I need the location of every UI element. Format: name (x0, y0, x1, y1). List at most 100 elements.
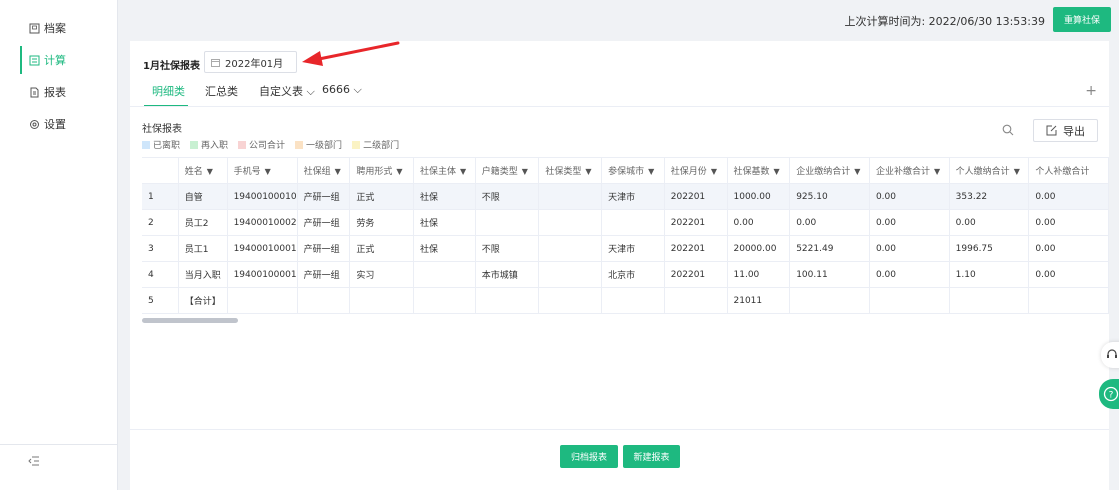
sort-down-icon: ▼ (854, 167, 861, 176)
sidebar-item-archive[interactable]: 档案 (20, 14, 118, 42)
legend-swatch (190, 140, 199, 149)
tab-summary[interactable]: 汇总类 (205, 83, 238, 99)
table-cell: 产研一组 (297, 235, 351, 262)
month-picker[interactable]: 2022年01月 (204, 51, 297, 73)
table-cell: 员工2 (178, 209, 228, 236)
column-header[interactable]: 社保月份 ▼ (664, 157, 728, 184)
table-row[interactable]: 3 员工1 19400010001 产研一组 正式 社保 不限 天津市 202201 20000.… (142, 235, 1109, 262)
table-cell (297, 287, 351, 314)
table-cell (538, 209, 603, 236)
column-header[interactable]: 社保主体 ▼ (413, 157, 476, 184)
table-cell: 0.00 (869, 183, 950, 210)
table-cell: 不限 (475, 235, 540, 262)
search-icon[interactable] (1002, 124, 1014, 136)
table-cell: 5221.49 (789, 235, 870, 262)
svg-text:?: ? (1109, 391, 1114, 401)
table-cell: 0.00 (727, 209, 791, 236)
report-icon (28, 86, 40, 98)
chevron-down-icon: ⌵ (306, 85, 315, 98)
table-cell: 3 (142, 235, 179, 262)
column-header[interactable]: 手机号 ▼ (227, 157, 298, 184)
table-cell: 0.00 (869, 235, 950, 262)
column-header[interactable]: 企业缴纳合计 ▼ (789, 157, 870, 184)
column-header-label: 社保类型 (545, 167, 582, 177)
tab-detail[interactable]: 明细类 (152, 83, 185, 99)
table-cell (538, 287, 603, 314)
add-tab-icon[interactable]: + (1085, 83, 1097, 99)
sidebar-item-label: 档案 (44, 22, 66, 35)
column-header-label: 个人缴纳合计 (955, 167, 1010, 177)
column-header[interactable]: 社保基数 ▼ (727, 157, 791, 184)
column-header-label: 企业缴纳合计 (796, 167, 851, 177)
table-cell: 5 (142, 287, 179, 314)
table-row[interactable]: 2 员工2 19400010002 产研一组 劳务 社保 202201 0.00 0.00 0.0… (142, 209, 1109, 236)
column-header[interactable]: 社保类型 ▼ (538, 157, 603, 184)
legend-label: 一级部门 (306, 141, 343, 151)
column-header[interactable]: 个人补缴合计 (1028, 157, 1109, 184)
sort-down-icon: ▼ (933, 167, 941, 176)
table-row[interactable]: 4 当月入职 19400100001 产研一组 实习 本市城镇 北京市 202201 11.00… (142, 261, 1109, 288)
column-header-label: 社保主体 (419, 167, 456, 177)
sort-down-icon: ▼ (396, 167, 403, 176)
table-cell: 2 (142, 209, 179, 236)
chevron-down-icon: ⌵ (353, 83, 362, 96)
table-cell (538, 235, 603, 262)
table-cell: 产研一组 (297, 183, 351, 210)
report-tabs: 明细类 汇总类 自定义表 ⌵ 6666 ⌵ (142, 83, 1102, 107)
table-cell (538, 261, 603, 288)
table-cell: 19400010002 (227, 209, 298, 236)
table-cell: 正式 (349, 183, 414, 210)
collapse-sidebar-icon[interactable] (28, 456, 42, 470)
table-cell: 0.00 (1028, 235, 1109, 262)
export-button[interactable]: 导出 (1033, 119, 1098, 142)
sidebar: 档案 计算 报表 设置 (0, 0, 118, 490)
sort-down-icon: ▼ (1013, 167, 1020, 176)
table-cell: 100.11 (789, 261, 870, 288)
tab-custom-6666[interactable]: 6666 ⌵ (322, 83, 362, 97)
table-cell: 0.00 (789, 209, 870, 236)
column-header[interactable]: 参保城市 ▼ (601, 157, 665, 184)
column-header-label: 参保城市 (608, 167, 645, 177)
tab-custom[interactable]: 自定义表 ⌵ (259, 83, 315, 99)
column-header[interactable]: 个人缴纳合计 ▼ (949, 157, 1030, 184)
legend-label: 二级部门 (363, 141, 400, 151)
sidebar-item-calculate[interactable]: 计算 (20, 46, 118, 74)
table-cell (538, 183, 603, 210)
sidebar-item-label: 报表 (44, 86, 66, 99)
table-cell: 202201 (664, 235, 728, 262)
column-header[interactable]: 姓名 ▼ (178, 157, 228, 184)
last-calc-time: 上次计算时间为: 2022/06/30 13:53:39 (844, 15, 1045, 28)
footer-divider (130, 429, 1109, 430)
column-header[interactable]: 聘用形式 ▼ (349, 157, 414, 184)
sidebar-item-settings[interactable]: 设置 (20, 110, 118, 138)
table-cell (413, 261, 476, 288)
table-cell: 0.00 (869, 209, 950, 236)
table-cell: 925.10 (789, 183, 870, 210)
new-report-button[interactable]: 新建报表 (623, 445, 680, 468)
column-header-label: 社保基数 (733, 167, 770, 177)
table-cell: 19400010001 (227, 235, 298, 262)
table-cell (413, 287, 476, 314)
column-header[interactable]: 户籍类型 ▼ (475, 157, 540, 184)
recalculate-button[interactable]: 重算社保 (1053, 7, 1111, 32)
horizontal-scrollbar[interactable] (142, 318, 238, 323)
table-cell: 【合计】 (178, 287, 228, 314)
help-icon[interactable]: ? (1099, 379, 1119, 409)
sort-down-icon: ▼ (206, 167, 213, 176)
sidebar-divider (0, 444, 118, 445)
headset-support-icon[interactable] (1101, 342, 1119, 368)
sort-down-icon: ▼ (264, 167, 271, 176)
sidebar-item-report[interactable]: 报表 (20, 78, 118, 106)
tabs-divider (130, 106, 1109, 107)
archive-report-button[interactable]: 归档报表 (560, 445, 618, 468)
legend-label: 公司合计 (249, 141, 286, 151)
table-cell: 不限 (475, 183, 540, 210)
table-row[interactable]: 1 自管 19400100010 产研一组 正式 社保 不限 天津市 202201 1000.00… (142, 183, 1109, 210)
table-cell (227, 287, 298, 314)
column-header[interactable]: 企业补缴合计 ▼ (869, 157, 950, 184)
table-row[interactable]: 5 【合计】 21011 (142, 287, 1109, 314)
table-cell: 当月入职 (178, 261, 228, 288)
column-header[interactable]: 社保组 ▼ (297, 157, 351, 184)
table-cell: 自管 (178, 183, 228, 210)
table-cell: 202201 (664, 183, 728, 210)
